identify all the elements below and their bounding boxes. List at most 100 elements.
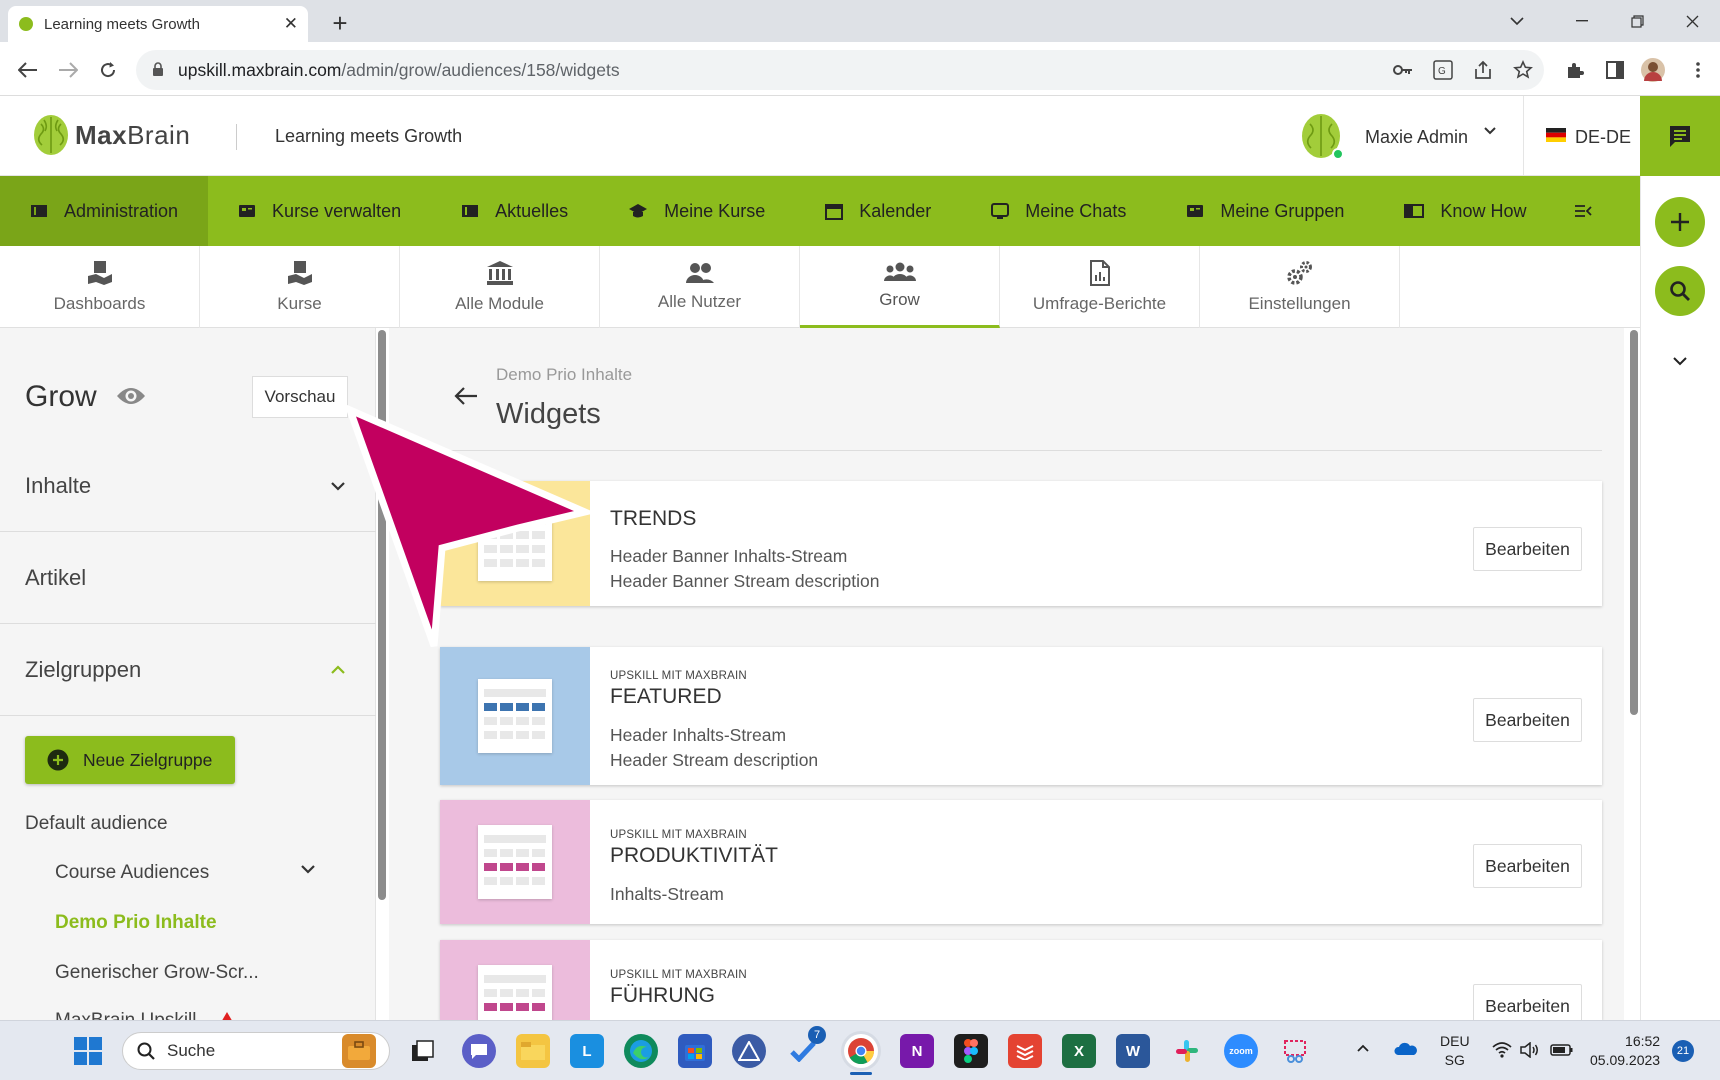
user-menu-chevron-icon[interactable] <box>1483 126 1497 135</box>
logo-wordmark[interactable]: MaxBrain <box>75 120 190 151</box>
reload-icon[interactable] <box>92 54 124 86</box>
expand-chevron-icon[interactable] <box>1672 356 1688 366</box>
url-host: upskill.maxbrain.com <box>178 59 342 80</box>
zoom-icon[interactable]: zoom <box>1224 1034 1258 1068</box>
browser-tab[interactable]: Learning meets Growth ✕ <box>8 6 308 42</box>
onedrive-cloud-icon[interactable] <box>1394 1042 1418 1056</box>
audience-demo-prio-inhalte[interactable]: Demo Prio Inhalte <box>55 912 217 934</box>
tab-grow[interactable]: Grow <box>800 246 1000 328</box>
section-artikel[interactable]: Artikel <box>0 532 376 624</box>
file-explorer-icon[interactable] <box>516 1034 550 1068</box>
notification-badge[interactable]: 21 <box>1672 1040 1694 1062</box>
audience-course-audiences[interactable]: Course Audiences <box>55 862 209 884</box>
back-icon[interactable] <box>12 54 44 86</box>
nav-collapse-button[interactable] <box>1556 176 1610 246</box>
new-tab-icon[interactable]: + <box>325 8 355 38</box>
user-name[interactable]: Maxie Admin <box>1365 127 1468 148</box>
tab-einstellungen[interactable]: Einstellungen <box>1200 246 1400 328</box>
restore-icon[interactable] <box>1615 6 1659 36</box>
widget-preview-doc-icon <box>478 965 552 1020</box>
language-selector[interactable]: DE-DE <box>1575 127 1631 148</box>
chrome-browser-icon[interactable] <box>844 1034 878 1068</box>
add-button[interactable] <box>1655 197 1705 247</box>
address-bar[interactable]: upskill.maxbrain.com/admin/grow/audience… <box>136 50 1544 90</box>
close-tab-icon[interactable]: ✕ <box>284 14 298 34</box>
tab-search-icon[interactable] <box>1495 6 1539 36</box>
maxbrain-logo-brain-icon[interactable] <box>32 114 70 156</box>
forward-icon[interactable] <box>52 54 84 86</box>
search-button[interactable] <box>1655 266 1705 316</box>
figma-icon[interactable] <box>954 1034 988 1068</box>
breadcrumb[interactable]: Demo Prio Inhalte <box>496 365 632 385</box>
battery-icon[interactable] <box>1550 1044 1574 1056</box>
bookmark-star-icon[interactable] <box>1510 57 1536 83</box>
user-avatar-brain-icon[interactable] <box>1300 112 1346 162</box>
close-window-icon[interactable] <box>1670 6 1714 36</box>
courses-manage-icon <box>238 203 256 219</box>
nav-aktuelles[interactable]: Aktuelles <box>431 176 598 246</box>
tab-alle-module[interactable]: Alle Module <box>400 246 600 328</box>
password-key-icon[interactable] <box>1390 57 1416 83</box>
widget-title: PRODUKTIVITÄT <box>610 844 779 867</box>
panel-title: Grow <box>25 380 97 413</box>
wifi-icon[interactable] <box>1492 1042 1512 1058</box>
extensions-puzzle-icon[interactable] <box>1562 57 1588 83</box>
edit-button[interactable]: Bearbeiten <box>1473 844 1582 888</box>
excel-icon[interactable]: X <box>1062 1034 1096 1068</box>
chat-icon <box>991 202 1010 220</box>
tab-umfrage-berichte[interactable]: Umfrage-Berichte <box>1000 246 1200 328</box>
audience-generic-grow[interactable]: Generischer Grow-Scr... <box>55 962 259 984</box>
briefcase-app-icon[interactable] <box>342 1034 376 1068</box>
visibility-eye-icon[interactable] <box>116 386 146 406</box>
todoist-icon[interactable] <box>1008 1034 1042 1068</box>
l-app-icon[interactable]: L <box>570 1034 604 1068</box>
affinity-app-icon[interactable] <box>732 1034 766 1068</box>
nav-meine-chats[interactable]: Meine Chats <box>961 176 1156 246</box>
edit-button[interactable]: Bearbeiten <box>1473 698 1582 742</box>
main-navigation: Administration Kurse verwalten Aktuelles… <box>0 176 1640 246</box>
tab-kurse[interactable]: Kurse <box>200 246 400 328</box>
snipping-tool-icon[interactable] <box>1278 1034 1312 1068</box>
nav-know-how[interactable]: Know How <box>1374 176 1556 246</box>
nav-administration[interactable]: Administration <box>0 176 209 246</box>
task-view-icon[interactable] <box>406 1034 440 1068</box>
section-inhalte[interactable]: Inhalte <box>0 440 376 532</box>
nav-meine-gruppen[interactable]: Meine Gruppen <box>1156 176 1374 246</box>
tab-label: Alle Nutzer <box>657 292 742 311</box>
side-panel-icon[interactable] <box>1602 57 1628 83</box>
courses-hand-icon <box>286 260 314 286</box>
profile-avatar[interactable] <box>1640 57 1666 83</box>
tab-alle-nutzer[interactable]: Alle Nutzer <box>600 246 800 328</box>
slack-icon[interactable] <box>1170 1034 1204 1068</box>
content-scrollbar[interactable] <box>1628 330 1640 1020</box>
chat-panel-button[interactable] <box>1640 96 1720 176</box>
nav-kalender[interactable]: Kalender <box>795 176 961 246</box>
onenote-icon[interactable]: N <box>900 1034 934 1068</box>
institution-icon <box>486 260 514 286</box>
logo-bold: Max <box>75 120 128 150</box>
collapse-menu-icon <box>1574 204 1593 218</box>
translate-icon[interactable]: G <box>1430 57 1456 83</box>
edit-button[interactable]: Bearbeiten <box>1473 527 1582 571</box>
audience-default[interactable]: Default audience <box>25 813 168 835</box>
german-flag-icon <box>1546 128 1566 142</box>
word-icon[interactable]: W <box>1116 1034 1150 1068</box>
edge-browser-icon[interactable] <box>624 1034 658 1068</box>
chrome-menu-icon[interactable] <box>1685 57 1711 83</box>
tray-chevron-up-icon[interactable] <box>1356 1044 1370 1053</box>
windows-start-icon[interactable] <box>74 1037 102 1065</box>
lock-icon[interactable] <box>152 62 164 77</box>
nav-meine-kurse[interactable]: Meine Kurse <box>598 176 795 246</box>
tab-dashboards[interactable]: Dashboards <box>0 246 200 328</box>
volume-icon[interactable] <box>1520 1042 1540 1058</box>
course-audiences-chevron-icon[interactable] <box>300 864 316 874</box>
new-target-group-button[interactable]: Neue Zielgruppe <box>25 736 235 784</box>
nav-kurse-verwalten[interactable]: Kurse verwalten <box>208 176 431 246</box>
section-zielgruppen[interactable]: Zielgruppen <box>0 624 376 716</box>
teams-chat-icon[interactable] <box>462 1034 496 1068</box>
input-language-indicator[interactable]: DEU SG <box>1440 1032 1470 1070</box>
minimize-icon[interactable] <box>1560 6 1604 36</box>
store-icon[interactable] <box>678 1034 712 1068</box>
taskbar-clock[interactable]: 16:52 05.09.2023 <box>1590 1032 1660 1070</box>
share-icon[interactable] <box>1470 57 1496 83</box>
